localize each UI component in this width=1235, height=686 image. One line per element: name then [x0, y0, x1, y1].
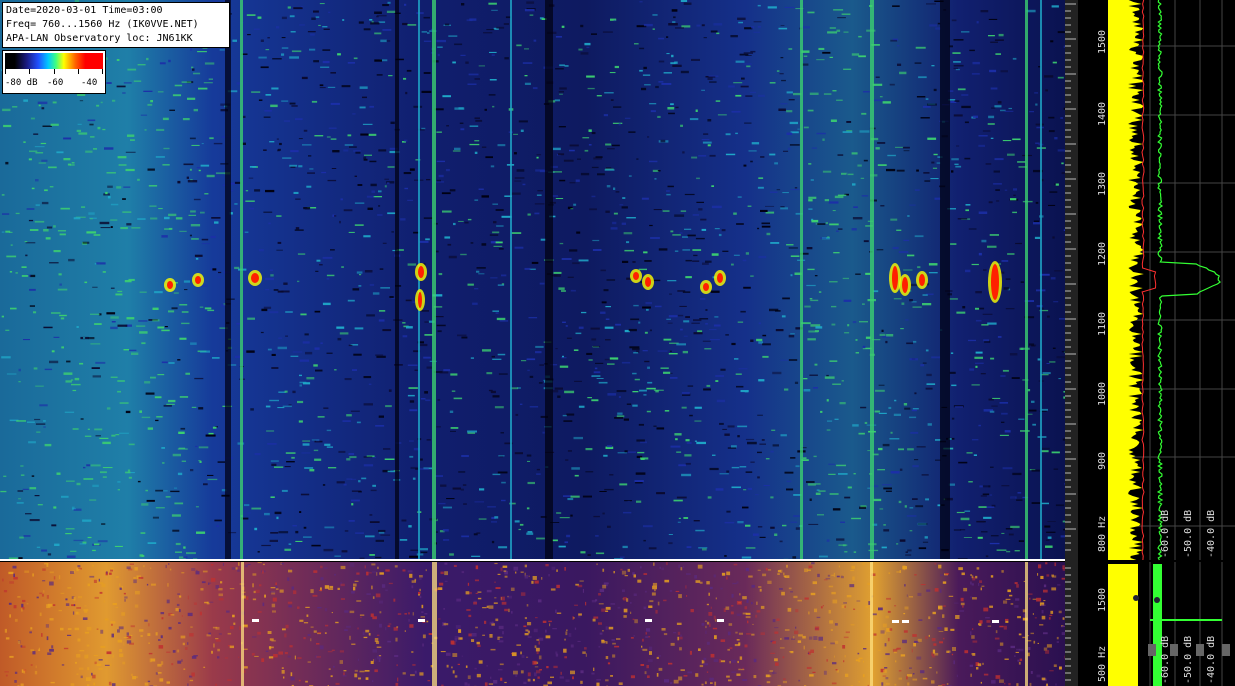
freq-tick-1500: 1500	[1097, 29, 1108, 54]
db-tick-bottom-60: -60.0 dB	[1160, 635, 1171, 684]
freq-tick-1400: 1400	[1097, 101, 1108, 126]
db-tick-bottom-50: -50.0 dB	[1183, 635, 1194, 684]
freq-tick-1200: 1200	[1097, 241, 1108, 266]
db-tick-top-50: -50.0 dB	[1183, 509, 1194, 558]
spectrogram-view: Date=2020-03-01 Time=03:00 Freq= 760...1…	[0, 0, 1235, 686]
observation-info-box: Date=2020-03-01 Time=03:00 Freq= 760...1…	[2, 2, 230, 48]
db-tick-top-60: -60.0 dB	[1160, 509, 1171, 558]
freq-tick-1300: 1300	[1097, 171, 1108, 196]
color-scale-label-min: -80 dB	[5, 78, 38, 88]
spectrogram-canvas	[0, 0, 1235, 686]
freq-tick-bottom-500: 500 Hz	[1097, 645, 1108, 682]
freq-tick-bottom-1500: 1500	[1097, 587, 1108, 612]
db-tick-top-40: -40.0 dB	[1206, 509, 1217, 558]
waterfall-summary	[0, 562, 1068, 686]
freq-tick-1000: 1000	[1097, 381, 1108, 406]
freq-tick-900: 900	[1097, 451, 1108, 470]
freq-tick-1100: 1100	[1097, 311, 1108, 336]
color-scale-label-mid: -60	[47, 78, 64, 88]
spectrum-panel-top	[1108, 0, 1235, 561]
color-scale-legend: -80 dB -60 -40	[2, 50, 106, 94]
color-scale-bar	[5, 53, 103, 69]
waterfall-main	[0, 0, 1074, 562]
color-scale-ticks	[5, 69, 103, 75]
observatory-label: APA-LAN Observatory loc: JN61KK	[6, 33, 193, 44]
date-time-label: Date=2020-03-01 Time=03:00	[6, 5, 163, 16]
freq-tick-800: 800 Hz	[1097, 515, 1108, 552]
frequency-range-label: Freq= 760...1560 Hz (IK0VVE.NET)	[6, 19, 199, 30]
color-scale-label-max: -40	[81, 78, 98, 88]
db-tick-bottom-40: -40.0 dB	[1206, 635, 1217, 684]
